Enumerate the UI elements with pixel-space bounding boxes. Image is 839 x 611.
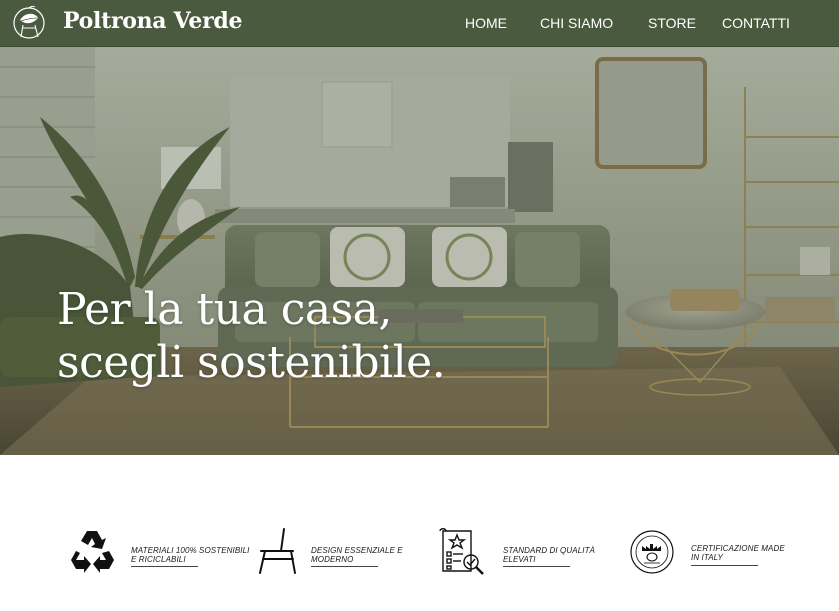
hero-title-line-2: scegli sostenibile. bbox=[57, 337, 446, 388]
hero-section: Per la tua casa, scegli sostenibile. bbox=[0, 47, 839, 455]
nav-home[interactable]: HOME bbox=[465, 15, 507, 31]
feature-sustainable: MATERIALI 100% SOSTENIBILI E RICICLABILI bbox=[68, 527, 250, 577]
hero-tint-overlay bbox=[0, 47, 839, 455]
feature-text-design: DESIGN ESSENZIALE E MODERNO bbox=[311, 546, 403, 564]
feature-text-quality: STANDARD DI QUALITÀ ELEVATI bbox=[503, 546, 595, 564]
feature-underline bbox=[691, 565, 758, 566]
chair-icon bbox=[259, 528, 296, 574]
site-header: Poltrona Verde HOME CHI SIAMO STORE CONT… bbox=[0, 0, 839, 47]
hero-title: Per la tua casa, scegli sostenibile. bbox=[57, 283, 446, 389]
feature-underline bbox=[131, 566, 198, 567]
feature-quality: STANDARD DI QUALITÀ ELEVATI bbox=[437, 527, 607, 577]
main-nav: HOME CHI SIAMO STORE CONTATTI bbox=[0, 15, 839, 33]
features-section: MATERIALI 100% SOSTENIBILI E RICICLABILI… bbox=[0, 455, 839, 611]
feature-underline bbox=[311, 566, 378, 567]
made-in-italy-seal-icon bbox=[630, 530, 674, 574]
feature-design: DESIGN ESSENZIALE E MODERNO bbox=[257, 527, 427, 577]
feature-made-in-italy: CERTIFICAZIONE MADE IN ITALY bbox=[629, 527, 799, 577]
nav-store[interactable]: STORE bbox=[648, 15, 696, 31]
nav-contatti[interactable]: CONTATTI bbox=[722, 15, 790, 31]
feature-text-sustainable: MATERIALI 100% SOSTENIBILI E RICICLABILI bbox=[131, 546, 250, 564]
hero-title-line-1: Per la tua casa, bbox=[57, 284, 392, 335]
quality-checklist-icon bbox=[439, 528, 484, 575]
nav-chi-siamo[interactable]: CHI SIAMO bbox=[540, 15, 613, 31]
feature-underline bbox=[503, 566, 570, 567]
recycle-icon bbox=[71, 531, 114, 573]
feature-text-made-in-italy: CERTIFICAZIONE MADE IN ITALY bbox=[691, 544, 785, 562]
